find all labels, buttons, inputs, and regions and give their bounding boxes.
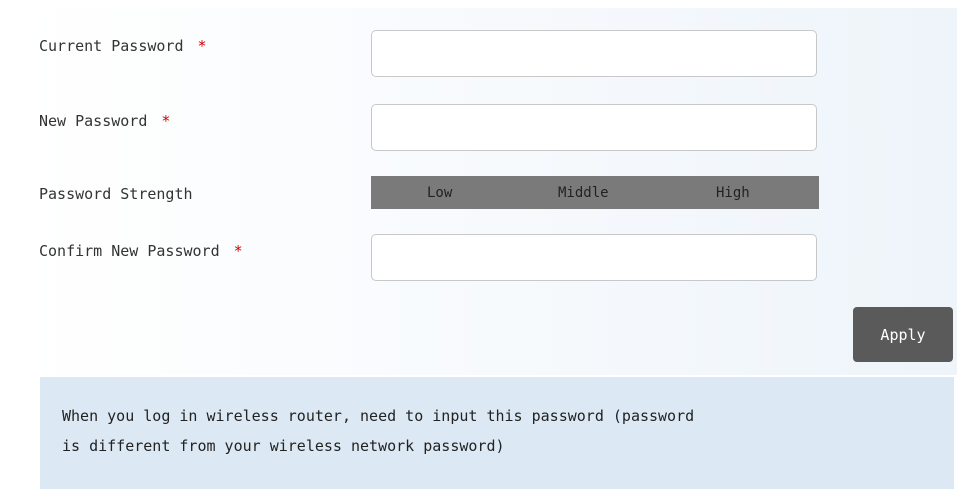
password-strength-meter: Low Middle High bbox=[371, 176, 819, 209]
required-asterisk: * bbox=[161, 112, 171, 130]
required-asterisk: * bbox=[233, 242, 243, 260]
apply-button[interactable]: Apply bbox=[853, 307, 953, 362]
password-info-notice: When you log in wireless router, need to… bbox=[40, 377, 954, 489]
new-password-label-text: New Password bbox=[39, 112, 148, 130]
strength-level-high: High bbox=[716, 185, 750, 201]
confirm-password-label: Confirm New Password * bbox=[39, 241, 243, 261]
confirm-password-input[interactable] bbox=[371, 234, 817, 281]
password-strength-label: Password Strength bbox=[39, 185, 193, 203]
required-asterisk: * bbox=[197, 37, 207, 55]
confirm-password-label-text: Confirm New Password bbox=[39, 242, 220, 260]
new-password-label: New Password * bbox=[39, 111, 170, 131]
current-password-label-text: Current Password bbox=[39, 37, 184, 55]
current-password-input[interactable] bbox=[371, 30, 817, 77]
strength-level-low: Low bbox=[427, 185, 453, 201]
current-password-label: Current Password * bbox=[39, 36, 207, 56]
strength-level-middle: Middle bbox=[558, 185, 609, 201]
new-password-input[interactable] bbox=[371, 104, 817, 151]
